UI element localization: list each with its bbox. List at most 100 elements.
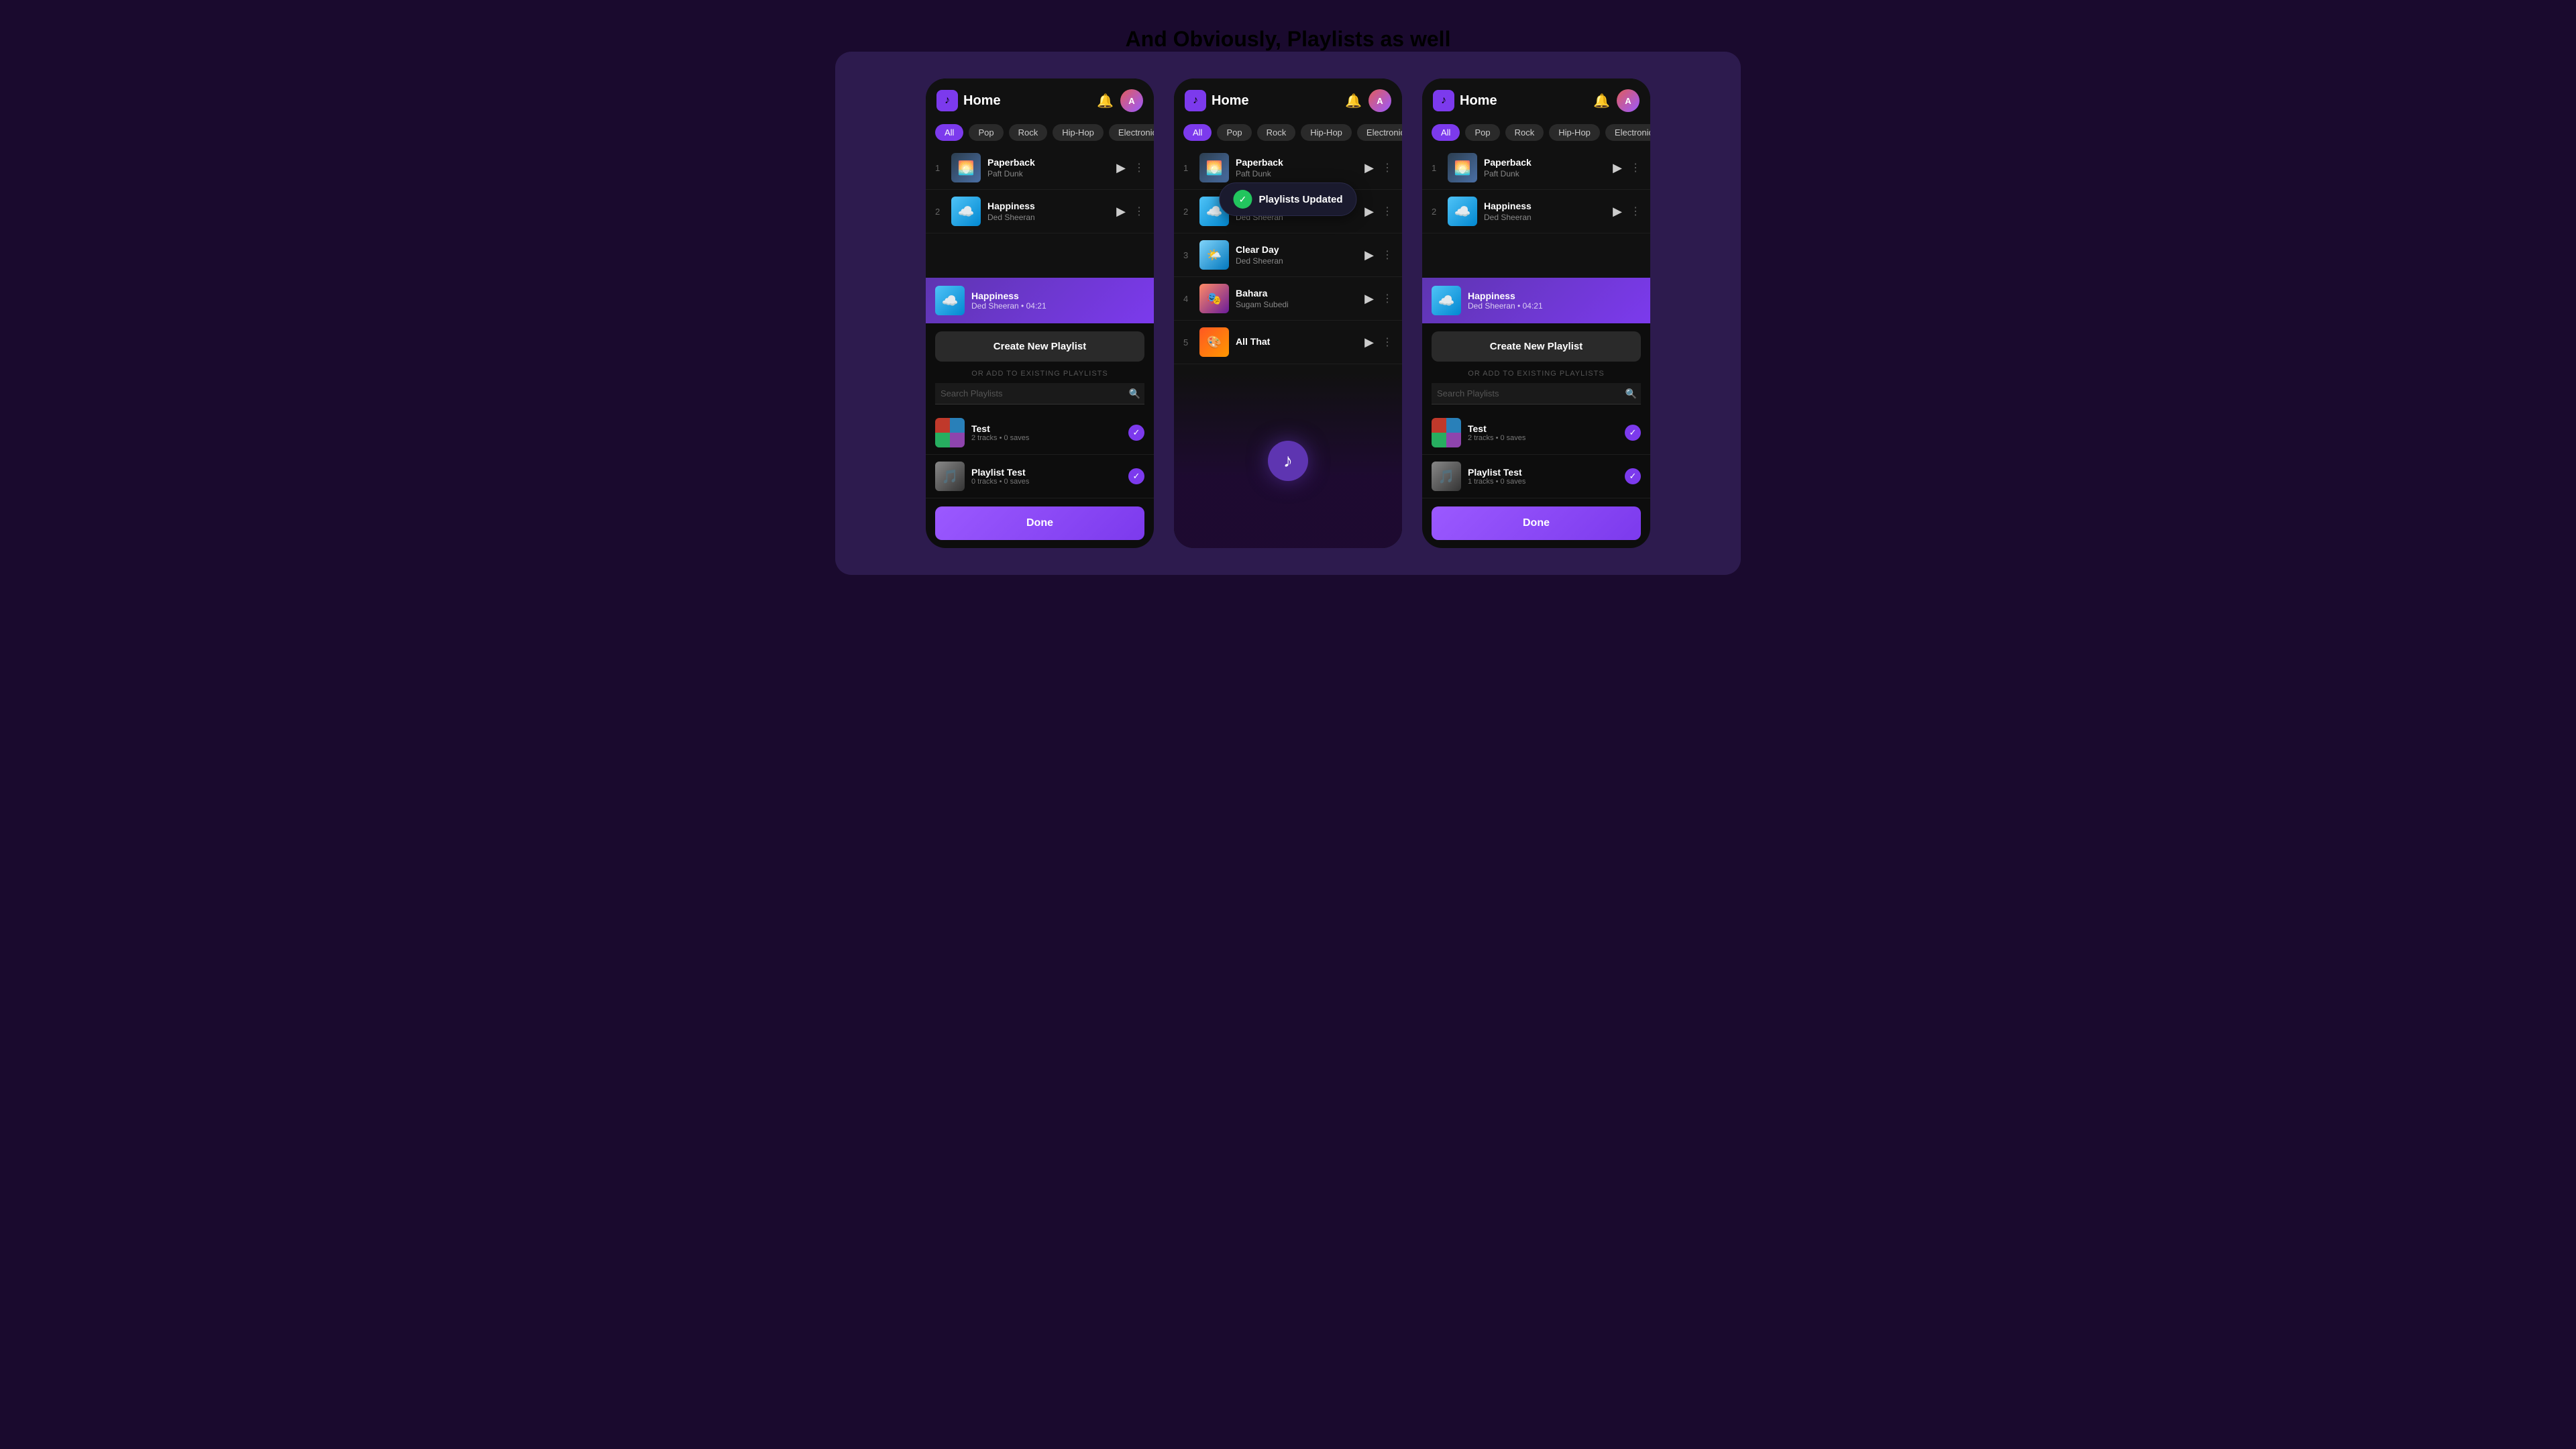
more-button[interactable]: ⋮ xyxy=(1630,161,1641,174)
playlist-info: Test 2 tracks • 0 saves xyxy=(1468,423,1618,442)
playlist-meta: 2 tracks • 0 saves xyxy=(1468,434,1618,442)
phone1-or-label: OR ADD TO EXISTING PLAYLISTS xyxy=(926,370,1154,378)
track-artist: Paft Dunk xyxy=(987,169,1114,178)
track-name: Paperback xyxy=(1236,157,1362,168)
track-item: 2 ☁️ Happiness Ded Sheeran ▶ ⋮ xyxy=(926,190,1154,233)
track-actions: ▶ ⋮ xyxy=(1610,160,1641,176)
phone1-bell[interactable]: 🔔 xyxy=(1097,93,1114,109)
title-highlight: Playlists xyxy=(1287,27,1375,51)
more-button[interactable]: ⋮ xyxy=(1134,161,1144,174)
track-thumb: 🌅 xyxy=(1448,153,1477,182)
toast-check-icon: ✓ xyxy=(1233,190,1252,209)
filter-tab-electronic[interactable]: Electronic xyxy=(1357,124,1402,141)
filter-tab-all[interactable]: All xyxy=(935,124,963,141)
track-thumb: ☁️ xyxy=(1448,197,1477,226)
filter-tab-all[interactable]: All xyxy=(1432,124,1460,141)
track-item: 2 ☁️ Happiness Ded Sheeran ▶ ⋮ xyxy=(1422,190,1650,233)
playlist-check[interactable]: ✓ xyxy=(1128,468,1144,484)
play-button[interactable]: ▶ xyxy=(1610,203,1625,220)
phone2-bell[interactable]: 🔔 xyxy=(1345,93,1362,109)
filter-tab-all[interactable]: All xyxy=(1183,124,1212,141)
playlist-name: Playlist Test xyxy=(1468,467,1618,478)
playlist-item[interactable]: 🎵 Playlist Test 0 tracks • 0 saves ✓ xyxy=(926,455,1154,498)
playlist-item[interactable]: Test 2 tracks • 0 saves ✓ xyxy=(926,411,1154,455)
playlist-item[interactable]: 🎵 Playlist Test 1 tracks • 0 saves ✓ xyxy=(1422,455,1650,498)
phone3-now-playing[interactable]: ☁️ Happiness Ded Sheeran • 04:21 xyxy=(1422,278,1650,323)
filter-tab-electronic[interactable]: Electronic xyxy=(1109,124,1154,141)
track-artist: Ded Sheeran xyxy=(1236,256,1362,266)
more-button[interactable]: ⋮ xyxy=(1134,205,1144,218)
play-button[interactable]: ▶ xyxy=(1362,247,1377,264)
filter-tab-hip-hop[interactable]: Hip-Hop xyxy=(1053,124,1104,141)
track-num: 3 xyxy=(1183,250,1195,260)
play-button[interactable]: ▶ xyxy=(1362,290,1377,307)
more-button[interactable]: ⋮ xyxy=(1630,205,1641,218)
phone1-title: Home xyxy=(963,93,1097,109)
track-artist: Ded Sheeran xyxy=(987,213,1114,222)
phone1-search-input[interactable] xyxy=(935,383,1144,405)
filter-tab-rock[interactable]: Rock xyxy=(1257,124,1296,141)
play-button[interactable]: ▶ xyxy=(1362,160,1377,176)
phone3-avatar[interactable]: A xyxy=(1617,89,1640,112)
phone3-bell[interactable]: 🔔 xyxy=(1593,93,1610,109)
playlist-check[interactable]: ✓ xyxy=(1625,468,1641,484)
phone1-now-playing[interactable]: ☁️ Happiness Ded Sheeran • 04:21 xyxy=(926,278,1154,323)
filter-tab-hip-hop[interactable]: Hip-Hop xyxy=(1301,124,1352,141)
filter-tab-rock[interactable]: Rock xyxy=(1505,124,1544,141)
app-icon-2: ♪ xyxy=(1185,90,1206,111)
filter-tab-rock[interactable]: Rock xyxy=(1009,124,1048,141)
track-info: Bahara Sugam Subedi xyxy=(1236,288,1362,309)
play-button[interactable]: ▶ xyxy=(1114,203,1128,220)
phone3-tracks: 1 🌅 Paperback Paft Dunk ▶ ⋮ 2 ☁️ Happine… xyxy=(1422,146,1650,278)
phone1-create-btn[interactable]: Create New Playlist xyxy=(935,331,1144,362)
playlist-info: Playlist Test 1 tracks • 0 saves xyxy=(1468,467,1618,486)
more-button[interactable]: ⋮ xyxy=(1382,292,1393,305)
np1-artist: Ded Sheeran • 04:21 xyxy=(971,301,1144,311)
phone2-avatar[interactable]: A xyxy=(1368,89,1391,112)
track-name: Paperback xyxy=(1484,157,1610,168)
phone-3: ♪ Home 🔔 A AllPopRockHip-HopElectronicR&… xyxy=(1422,78,1650,548)
track-item: 5 🎨 All That ▶ ⋮ xyxy=(1174,321,1402,364)
track-info: Paperback Paft Dunk xyxy=(1484,157,1610,178)
more-button[interactable]: ⋮ xyxy=(1382,205,1393,218)
phone-2: ♪ Home 🔔 A ✓ Playlists Updated AllPopRoc… xyxy=(1174,78,1402,548)
phone1-done-btn[interactable]: Done xyxy=(935,506,1144,540)
play-button[interactable]: ▶ xyxy=(1114,160,1128,176)
playlist-check[interactable]: ✓ xyxy=(1128,425,1144,441)
filter-tab-hip-hop[interactable]: Hip-Hop xyxy=(1549,124,1600,141)
track-artist: Paft Dunk xyxy=(1484,169,1610,178)
filter-tab-electronic[interactable]: Electronic xyxy=(1605,124,1650,141)
track-actions: ▶ ⋮ xyxy=(1114,203,1144,220)
more-button[interactable]: ⋮ xyxy=(1382,161,1393,174)
more-button[interactable]: ⋮ xyxy=(1382,248,1393,262)
phone1-avatar[interactable]: A xyxy=(1120,89,1143,112)
playlist-item[interactable]: Test 2 tracks • 0 saves ✓ xyxy=(1422,411,1650,455)
phone3-filters: AllPopRockHip-HopElectronicR& xyxy=(1422,119,1650,146)
title-after: as well xyxy=(1375,27,1451,51)
track-num: 2 xyxy=(935,207,947,217)
filter-tab-pop[interactable]: Pop xyxy=(1465,124,1499,141)
phone3-playlists: Test 2 tracks • 0 saves ✓ 🎵 Playlist Tes… xyxy=(1422,411,1650,498)
app-icon-1: ♪ xyxy=(936,90,958,111)
track-num: 4 xyxy=(1183,294,1195,304)
phone3-done-btn[interactable]: Done xyxy=(1432,506,1641,540)
track-thumb: 🌅 xyxy=(951,153,981,182)
phone3-create-btn[interactable]: Create New Playlist xyxy=(1432,331,1641,362)
filter-tab-pop[interactable]: Pop xyxy=(1217,124,1251,141)
more-button[interactable]: ⋮ xyxy=(1382,335,1393,349)
track-info: Clear Day Ded Sheeran xyxy=(1236,244,1362,266)
title-before: And Obviously, xyxy=(1126,27,1287,51)
phone2-filters: AllPopRockHip-HopElectronicR& xyxy=(1174,119,1402,146)
track-info: Happiness Ded Sheeran xyxy=(987,201,1114,222)
track-artist: Ded Sheeran xyxy=(1484,213,1610,222)
filter-tab-pop[interactable]: Pop xyxy=(969,124,1003,141)
play-button[interactable]: ▶ xyxy=(1610,160,1625,176)
phone3-search-input[interactable] xyxy=(1432,383,1641,405)
track-num: 2 xyxy=(1432,207,1444,217)
track-item: 3 🌤️ Clear Day Ded Sheeran ▶ ⋮ xyxy=(1174,233,1402,277)
np3-artist: Ded Sheeran • 04:21 xyxy=(1468,301,1641,311)
playlist-meta: 0 tracks • 0 saves xyxy=(971,478,1122,486)
playlist-check[interactable]: ✓ xyxy=(1625,425,1641,441)
play-button[interactable]: ▶ xyxy=(1362,203,1377,220)
play-button[interactable]: ▶ xyxy=(1362,334,1377,351)
